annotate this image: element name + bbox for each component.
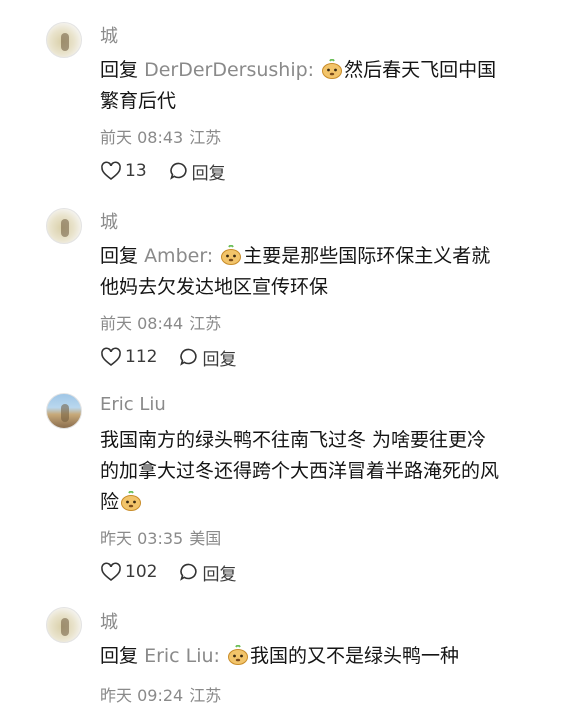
- speech-bubble-icon: [169, 162, 187, 180]
- heart-icon: [101, 161, 121, 181]
- comment-time: 昨天 09:24: [100, 686, 184, 705]
- dog-face-emoji-icon: [228, 645, 248, 665]
- like-count: 112: [125, 347, 158, 367]
- like-count: 13: [125, 161, 147, 181]
- comment-author[interactable]: 城: [100, 22, 118, 48]
- comment-text: 回复 Eric Liu: 我国的又不是绿头鸭一种: [100, 641, 545, 672]
- comment-time: 昨天 03:35: [100, 529, 184, 548]
- reply-target-user[interactable]: Eric Liu:: [144, 645, 220, 667]
- reply-label: 回复: [202, 564, 237, 585]
- comment-text: 我国南方的绿头鸭不往南飞过冬 为啥要往更冷 的加拿大过冬还得跨个大西洋冒着半路淹…: [100, 425, 545, 518]
- reply-target-user[interactable]: Amber:: [144, 245, 213, 267]
- reply-prefix: 回复: [100, 59, 139, 81]
- comment-meta: 昨天 09:24 江苏: [100, 682, 221, 706]
- comment-text-line: 繁育后代: [100, 90, 177, 112]
- comment-text: 回复 DerDerDersuship: 然后春天飞回中国 繁育后代: [100, 55, 545, 117]
- avatar[interactable]: [46, 393, 82, 429]
- heart-icon: [101, 562, 121, 582]
- reply-label: 回复: [191, 163, 226, 184]
- dog-face-emoji-icon: [121, 491, 142, 511]
- comment-actions: 102 回复: [100, 559, 236, 585]
- reply-button[interactable]: 回复: [179, 560, 236, 585]
- reply-target-user[interactable]: DerDerDersuship:: [144, 59, 314, 81]
- comment-text-line: 他妈去欠发达地区宣传环保: [100, 276, 329, 298]
- comment-text-line: 的加拿大过冬还得跨个大西洋冒着半路淹死的风: [100, 460, 500, 482]
- dog-face-emoji-icon: [322, 59, 343, 79]
- comment-text-line: 然后春天飞回中国: [344, 59, 497, 81]
- comment-actions: 112 回复: [100, 344, 236, 370]
- comment-text-line: 险: [100, 491, 120, 513]
- comment-location: 美国: [189, 529, 222, 548]
- dog-face-emoji-icon: [221, 245, 242, 265]
- reply-prefix: 回复: [100, 245, 139, 267]
- comment-author[interactable]: Eric Liu: [100, 394, 166, 415]
- reply-button[interactable]: 回复: [169, 159, 226, 184]
- reply-button[interactable]: 回复: [179, 345, 236, 370]
- comment-text-line: 主要是那些国际环保主义者就: [243, 245, 491, 267]
- comment-author[interactable]: 城: [100, 608, 118, 634]
- comment-text-line: 我国南方的绿头鸭不往南飞过冬 为啥要往更冷: [100, 429, 487, 451]
- comment-location: 江苏: [189, 314, 222, 333]
- like-button[interactable]: 13: [100, 161, 147, 181]
- like-button[interactable]: 102: [100, 562, 157, 582]
- avatar[interactable]: [46, 208, 82, 244]
- comment-location: 江苏: [189, 686, 222, 705]
- avatar[interactable]: [46, 22, 82, 58]
- comment-time: 前天 08:43: [100, 128, 184, 147]
- avatar[interactable]: [46, 607, 82, 643]
- comment-text: 回复 Amber: 主要是那些国际环保主义者就 他妈去欠发达地区宣传环保: [100, 241, 545, 303]
- reply-prefix: 回复: [100, 645, 139, 667]
- reply-label: 回复: [202, 349, 237, 370]
- comment-meta: 昨天 03:35 美国: [100, 525, 221, 549]
- comment-author[interactable]: 城: [100, 208, 118, 234]
- comment-text-line: 我国的又不是绿头鸭一种: [250, 645, 460, 667]
- heart-icon: [101, 347, 121, 367]
- comment-meta: 前天 08:43 江苏: [100, 124, 221, 148]
- like-count: 102: [125, 562, 158, 582]
- comment-actions: 13 回复: [100, 158, 226, 184]
- speech-bubble-icon: [180, 348, 198, 366]
- speech-bubble-icon: [180, 563, 198, 581]
- comment-time: 前天 08:44: [100, 314, 184, 333]
- like-button[interactable]: 112: [100, 347, 157, 367]
- comment-meta: 前天 08:44 江苏: [100, 310, 221, 334]
- comment-location: 江苏: [189, 128, 222, 147]
